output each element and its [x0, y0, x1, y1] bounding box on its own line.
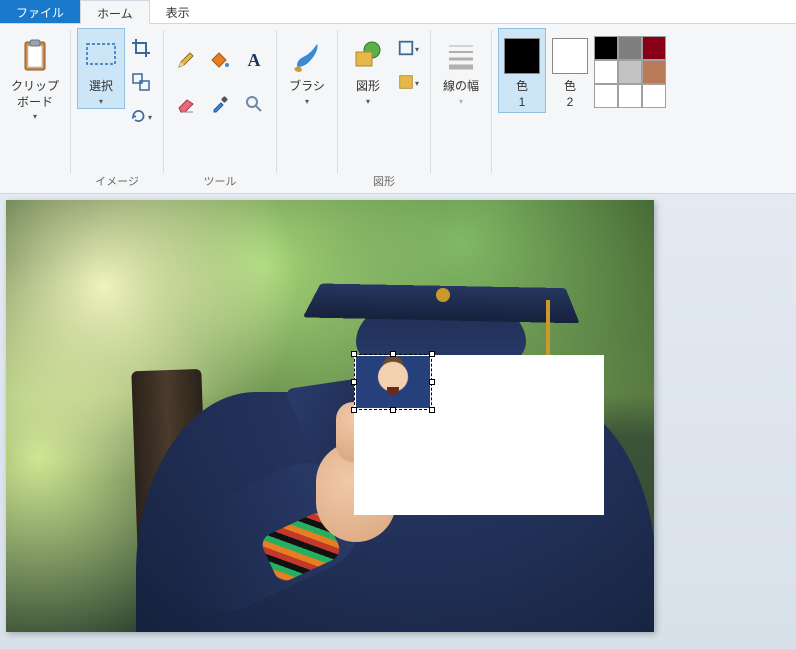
resize-button[interactable] — [129, 70, 153, 94]
tab-home[interactable]: ホーム — [80, 0, 150, 24]
pencil-tool[interactable] — [174, 48, 198, 72]
eraser-icon — [176, 94, 196, 114]
brush-icon — [289, 38, 325, 74]
shapes-icon — [350, 38, 386, 74]
color1-label: 色 1 — [516, 79, 528, 110]
group-colors: 色 1 色 2 — [492, 24, 672, 193]
resize-handle[interactable] — [429, 407, 435, 413]
text-icon: A — [248, 50, 261, 71]
bucket-icon — [210, 50, 230, 70]
outline-button[interactable]: ▾ — [396, 36, 420, 60]
ribbon: クリップ ボード ▾ 選択 ▾ — [0, 24, 796, 194]
tab-view[interactable]: 表示 — [150, 0, 206, 23]
palette-swatch[interactable] — [642, 84, 666, 108]
eyedropper-icon — [210, 94, 230, 114]
shapes-button[interactable]: 図形 ▾ — [344, 28, 392, 109]
chevron-down-icon: ▾ — [415, 45, 419, 54]
group-label-tools: ツール — [164, 173, 276, 189]
lines-icon — [443, 38, 479, 74]
group-brushes: ブラシ ▾ — [277, 24, 337, 193]
clipboard-label: クリップ ボード — [11, 79, 59, 110]
menu-tabs: ファイル ホーム 表示 — [0, 0, 796, 24]
select-label: 選択 — [89, 79, 113, 95]
palette-swatch[interactable] — [642, 36, 666, 60]
pasted-image — [356, 356, 430, 408]
resize-handle[interactable] — [390, 351, 396, 357]
color1-button[interactable]: 色 1 — [498, 28, 546, 113]
resize-handle[interactable] — [351, 351, 357, 357]
resize-handle[interactable] — [390, 407, 396, 413]
resize-handle[interactable] — [429, 351, 435, 357]
color2-button[interactable]: 色 2 — [546, 28, 594, 113]
palette-swatch[interactable] — [618, 36, 642, 60]
resize-handle[interactable] — [351, 379, 357, 385]
fill-tool[interactable] — [208, 48, 232, 72]
zoom-tool[interactable] — [242, 92, 266, 116]
grad-cap-button — [436, 288, 450, 302]
group-stroke: 線の幅 ▾ — [431, 24, 491, 193]
picker-tool[interactable] — [208, 92, 232, 116]
chevron-down-icon: ▾ — [366, 97, 370, 106]
group-shapes: 図形 ▾ ▾ ▾ 図形 — [338, 24, 430, 193]
selection-marquee[interactable] — [354, 354, 432, 410]
rotate-button[interactable]: ▾ — [129, 104, 153, 128]
chevron-down-icon: ▾ — [33, 112, 37, 121]
crop-button[interactable] — [129, 36, 153, 60]
palette-swatch[interactable] — [594, 84, 618, 108]
palette-swatch[interactable] — [618, 60, 642, 84]
color2-swatch — [552, 38, 588, 74]
resize-handle[interactable] — [351, 407, 357, 413]
rotate-icon — [130, 106, 147, 126]
outline-icon — [397, 38, 415, 58]
brushes-label: ブラシ — [289, 79, 325, 95]
crop-icon — [131, 38, 151, 58]
clipboard-icon — [17, 38, 53, 74]
select-icon — [83, 38, 119, 74]
group-tools: A ツール — [164, 24, 276, 193]
color1-swatch — [504, 38, 540, 74]
group-label-shapes: 図形 — [338, 173, 430, 189]
color-palette — [594, 28, 666, 108]
magnifier-icon — [244, 94, 264, 114]
palette-swatch[interactable] — [594, 60, 618, 84]
stroke-width-button[interactable]: 線の幅 ▾ — [437, 28, 485, 109]
canvas[interactable] — [6, 200, 654, 632]
group-label-image: イメージ — [71, 173, 163, 189]
clipboard-button[interactable]: クリップ ボード ▾ — [6, 28, 64, 124]
tab-file[interactable]: ファイル — [0, 0, 80, 23]
palette-swatch[interactable] — [618, 84, 642, 108]
group-clipboard: クリップ ボード ▾ — [0, 24, 70, 193]
select-button[interactable]: 選択 ▾ — [77, 28, 125, 109]
pencil-icon — [176, 50, 196, 70]
chevron-down-icon: ▾ — [415, 79, 419, 88]
chevron-down-icon: ▾ — [459, 97, 463, 106]
color2-label: 色 2 — [564, 79, 576, 110]
fillshape-button[interactable]: ▾ — [396, 70, 420, 94]
resize-icon — [131, 72, 151, 92]
chevron-down-icon: ▾ — [99, 97, 103, 106]
chevron-down-icon: ▾ — [148, 113, 152, 122]
group-image: 選択 ▾ ▾ イメージ — [71, 24, 163, 193]
palette-swatch[interactable] — [642, 60, 666, 84]
text-tool[interactable]: A — [242, 48, 266, 72]
fill-icon — [397, 72, 415, 92]
chevron-down-icon: ▾ — [305, 97, 309, 106]
shapes-label: 図形 — [356, 79, 380, 95]
resize-handle[interactable] — [429, 379, 435, 385]
eraser-tool[interactable] — [174, 92, 198, 116]
stroke-label: 線の幅 — [443, 79, 479, 95]
workspace — [0, 194, 796, 641]
brushes-button[interactable]: ブラシ ▾ — [283, 28, 331, 109]
palette-swatch[interactable] — [594, 36, 618, 60]
